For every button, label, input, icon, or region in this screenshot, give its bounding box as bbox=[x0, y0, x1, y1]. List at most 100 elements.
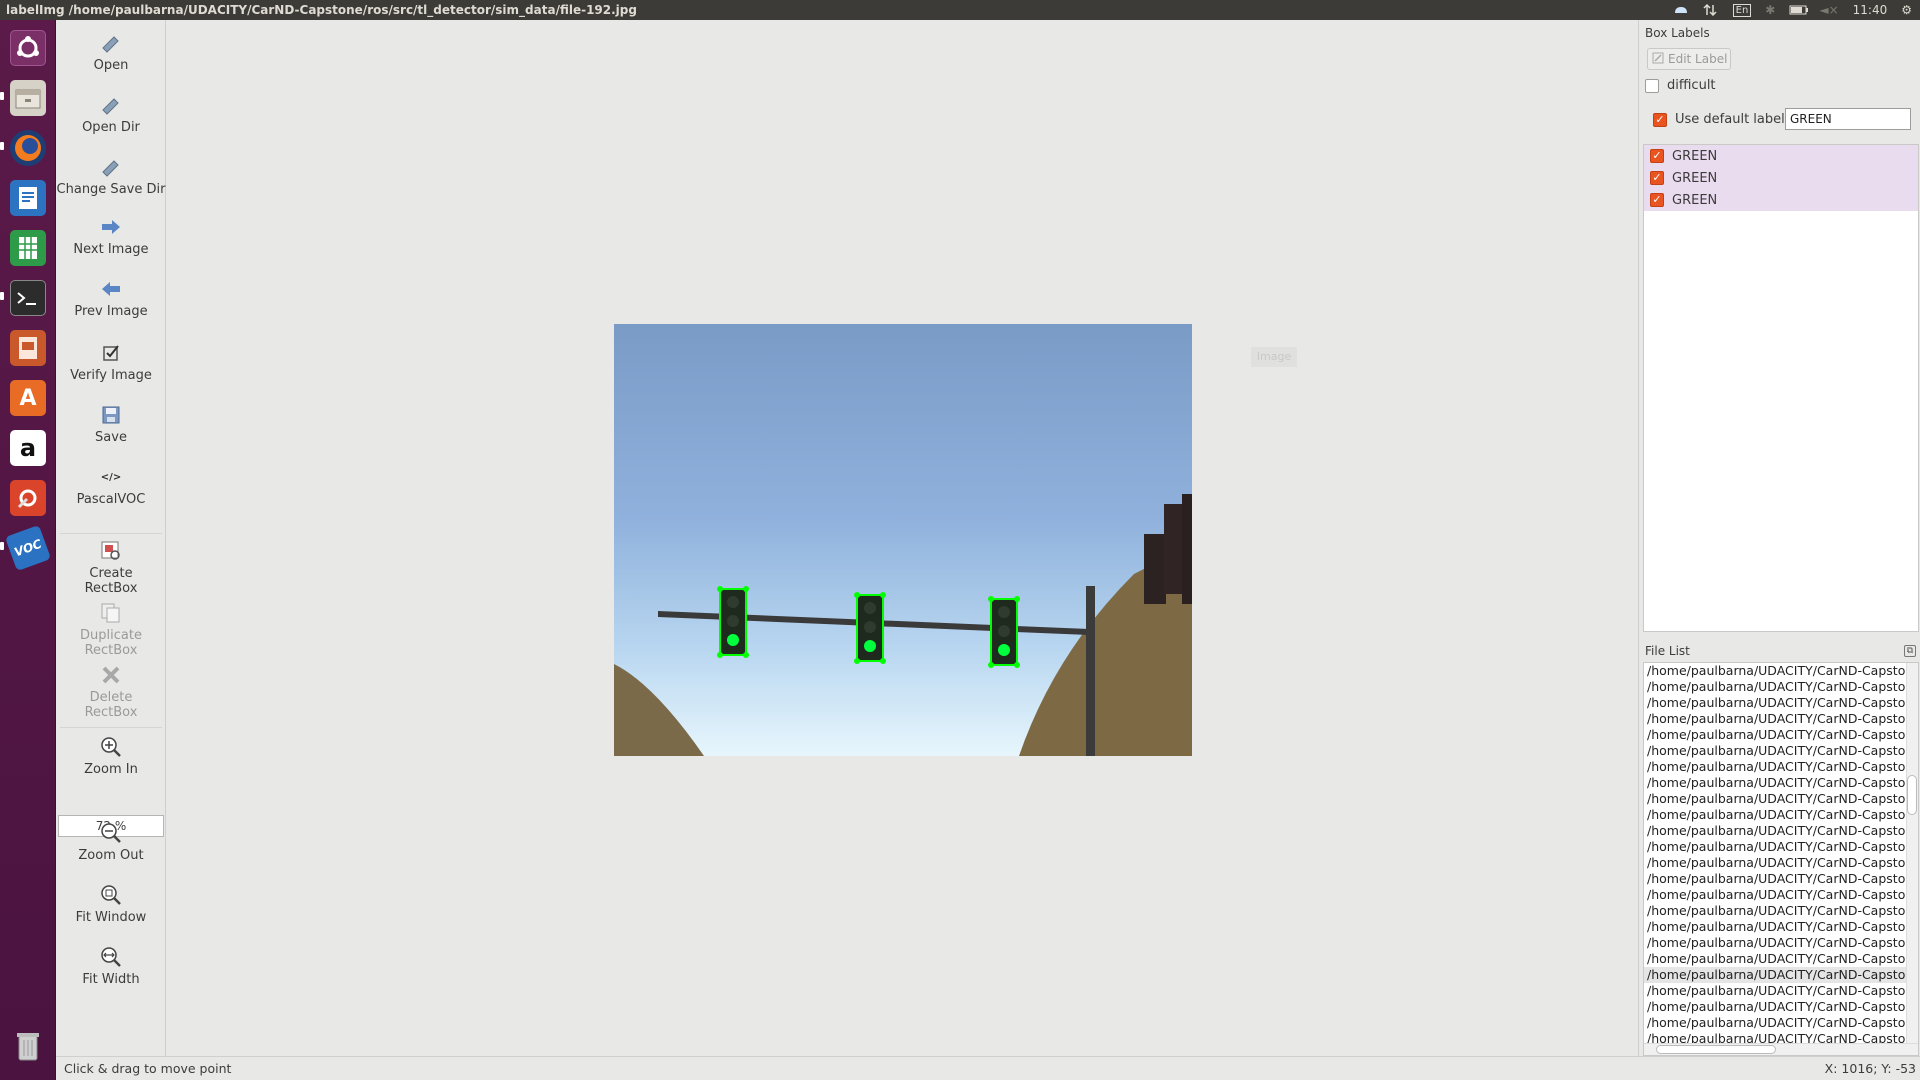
files-icon[interactable] bbox=[6, 76, 50, 120]
file-list-vertical-scrollbar[interactable] bbox=[1906, 663, 1918, 1043]
system-settings-icon[interactable] bbox=[6, 476, 50, 520]
format-button[interactable]: </> PascalVOC bbox=[56, 466, 166, 508]
left-hill bbox=[614, 664, 704, 756]
open-dir-button[interactable]: Open Dir bbox=[56, 94, 166, 135]
traffic-light-lamp bbox=[727, 615, 739, 627]
dock-float-icon[interactable]: ⧉ bbox=[1904, 645, 1916, 657]
difficult-checkbox[interactable] bbox=[1645, 78, 1659, 93]
side-traffic-light bbox=[1182, 494, 1192, 604]
file-list-item[interactable]: /home/paulbarna/UDACITY/CarND-Capstone bbox=[1644, 679, 1906, 695]
file-list[interactable]: /home/paulbarna/UDACITY/CarND-Capstone/h… bbox=[1643, 662, 1919, 1056]
terminal-icon[interactable] bbox=[6, 276, 50, 320]
file-list-item[interactable]: /home/paulbarna/UDACITY/CarND-Capstone bbox=[1644, 839, 1906, 855]
save-label: Save bbox=[95, 430, 127, 445]
status-bar: Click & drag to move point X: 1016; Y: -… bbox=[56, 1056, 1920, 1080]
file-list-item[interactable]: /home/paulbarna/UDACITY/CarND-Capstone bbox=[1644, 775, 1906, 791]
label-visible-checkbox[interactable]: ✓ bbox=[1650, 149, 1664, 163]
file-list-item[interactable]: /home/paulbarna/UDACITY/CarND-Capstone bbox=[1644, 887, 1906, 903]
change-save-dir-button[interactable]: Change Save Dir bbox=[56, 156, 166, 197]
file-list-item[interactable]: /home/paulbarna/UDACITY/CarND-Capstone bbox=[1644, 663, 1906, 679]
volume-icon[interactable]: ◄× bbox=[1819, 3, 1838, 17]
zoom-in-label: Zoom In bbox=[84, 762, 138, 777]
trash-icon[interactable] bbox=[6, 1024, 50, 1068]
bluetooth-icon[interactable]: ✱ bbox=[1765, 3, 1775, 17]
network-icon[interactable] bbox=[1703, 3, 1719, 17]
zoom-in-button[interactable]: Zoom In bbox=[56, 736, 166, 777]
file-list-item[interactable]: /home/paulbarna/UDACITY/CarND-Capstone bbox=[1644, 711, 1906, 727]
file-list-item[interactable]: /home/paulbarna/UDACITY/CarND-Capstone bbox=[1644, 791, 1906, 807]
next-image-button[interactable]: Next Image bbox=[56, 216, 166, 257]
prev-image-label: Prev Image bbox=[74, 304, 148, 319]
file-list-item[interactable]: /home/paulbarna/UDACITY/CarND-Capstone bbox=[1644, 727, 1906, 743]
difficult-label: difficult bbox=[1667, 78, 1716, 93]
file-list-item[interactable]: /home/paulbarna/UDACITY/CarND-Capstone bbox=[1644, 807, 1906, 823]
label-list-item[interactable]: ✓ GREEN bbox=[1644, 145, 1918, 167]
tool-bar: Open Open Dir Change Save Dir Next Image… bbox=[56, 20, 166, 1056]
libreoffice-impress-icon[interactable] bbox=[6, 326, 50, 370]
next-image-label: Next Image bbox=[73, 242, 149, 257]
file-list-item[interactable]: /home/paulbarna/UDACITY/CarND-Capstone bbox=[1644, 983, 1906, 999]
duplicate-rectbox-button[interactable]: Duplicate RectBox bbox=[56, 602, 166, 658]
file-list-item[interactable]: /home/paulbarna/UDACITY/CarND-Capstone bbox=[1644, 855, 1906, 871]
keyboard-layout-indicator[interactable]: En bbox=[1732, 3, 1752, 17]
clock[interactable]: 11:40 bbox=[1853, 3, 1888, 17]
label-visible-checkbox[interactable]: ✓ bbox=[1650, 193, 1664, 207]
fit-window-button[interactable]: Fit Window bbox=[56, 884, 166, 925]
image-tooltip: Image bbox=[1251, 347, 1297, 367]
traffic-light-lamp-green bbox=[998, 644, 1010, 656]
file-list-item[interactable]: /home/paulbarna/UDACITY/CarND-Capstone bbox=[1644, 871, 1906, 887]
battery-icon[interactable] bbox=[1789, 4, 1809, 16]
firefox-icon[interactable] bbox=[6, 126, 50, 170]
amazon-icon[interactable]: a bbox=[6, 426, 50, 470]
libreoffice-writer-icon[interactable] bbox=[6, 176, 50, 220]
file-list-item[interactable]: /home/paulbarna/UDACITY/CarND-Capstone bbox=[1644, 919, 1906, 935]
label-list-item[interactable]: ✓ GREEN bbox=[1644, 167, 1918, 189]
edit-label-text: Edit Label bbox=[1668, 52, 1728, 66]
file-list-item[interactable]: /home/paulbarna/UDACITY/CarND-Capstone bbox=[1644, 743, 1906, 759]
file-list-item[interactable]: /home/paulbarna/UDACITY/CarND-Capstone bbox=[1644, 823, 1906, 839]
file-list-horizontal-scrollbar[interactable] bbox=[1644, 1043, 1918, 1055]
label-visible-checkbox[interactable]: ✓ bbox=[1650, 171, 1664, 185]
label-list[interactable]: ✓ GREEN ✓ GREEN ✓ GREEN bbox=[1643, 144, 1919, 632]
use-default-label-checkbox[interactable]: ✓ bbox=[1653, 112, 1667, 127]
file-list-item[interactable]: /home/paulbarna/UDACITY/CarND-Capstone bbox=[1644, 695, 1906, 711]
difficult-checkbox-row[interactable]: difficult bbox=[1645, 78, 1716, 93]
libreoffice-calc-icon[interactable] bbox=[6, 226, 50, 270]
scroll-thumb[interactable] bbox=[1656, 1045, 1776, 1054]
annotated-image[interactable] bbox=[614, 324, 1192, 756]
zoom-in-icon bbox=[100, 736, 122, 758]
label-list-item[interactable]: ✓ GREEN bbox=[1644, 189, 1918, 211]
verify-image-button[interactable]: Verify Image bbox=[56, 342, 166, 383]
fit-width-button[interactable]: Fit Width bbox=[56, 946, 166, 987]
use-default-label-row[interactable]: ✓ Use default label bbox=[1653, 112, 1785, 127]
dropbox-icon[interactable] bbox=[1673, 4, 1689, 16]
window-title: labelImg /home/paulbarna/UDACITY/CarND-C… bbox=[6, 3, 637, 17]
ubuntu-dash-icon[interactable] bbox=[6, 26, 50, 70]
open-dir-label: Open Dir bbox=[82, 120, 140, 135]
scroll-thumb[interactable] bbox=[1907, 775, 1917, 815]
signal-pole bbox=[1086, 586, 1095, 756]
file-list-item[interactable]: /home/paulbarna/UDACITY/CarND-Capstone bbox=[1644, 1015, 1906, 1031]
zoom-out-button[interactable]: Zoom Out bbox=[56, 822, 166, 863]
file-list-item[interactable]: /home/paulbarna/UDACITY/CarND-Capstone bbox=[1644, 935, 1906, 951]
file-list-item[interactable]: /home/paulbarna/UDACITY/CarND-Capstone bbox=[1644, 759, 1906, 775]
fit-window-icon bbox=[100, 884, 122, 906]
default-label-input[interactable]: GREEN bbox=[1785, 108, 1911, 130]
create-rectbox-button[interactable]: Create RectBox bbox=[56, 540, 166, 596]
image-canvas[interactable]: Image bbox=[166, 20, 1638, 1056]
software-center-icon[interactable]: A bbox=[6, 376, 50, 420]
traffic-light-lamp bbox=[727, 596, 739, 608]
gear-icon[interactable]: ⚙ bbox=[1901, 3, 1912, 17]
labelimg-voc-icon[interactable]: VOC bbox=[4, 524, 52, 572]
open-button[interactable]: Open bbox=[56, 32, 166, 73]
file-list-item[interactable]: /home/paulbarna/UDACITY/CarND-Capstone bbox=[1644, 951, 1906, 967]
save-button[interactable]: Save bbox=[56, 404, 166, 445]
file-list-item[interactable]: /home/paulbarna/UDACITY/CarND-Capstone bbox=[1644, 903, 1906, 919]
traffic-light-lamp bbox=[864, 602, 876, 614]
file-list-title: File List bbox=[1645, 644, 1690, 658]
edit-label-button[interactable]: Edit Label bbox=[1647, 48, 1731, 70]
prev-image-button[interactable]: Prev Image bbox=[56, 278, 166, 319]
file-list-item[interactable]: /home/paulbarna/UDACITY/CarND-Capstone bbox=[1644, 999, 1906, 1015]
delete-rectbox-button[interactable]: Delete RectBox bbox=[56, 664, 166, 720]
file-list-item[interactable]: /home/paulbarna/UDACITY/CarND-Capstone bbox=[1644, 967, 1906, 983]
